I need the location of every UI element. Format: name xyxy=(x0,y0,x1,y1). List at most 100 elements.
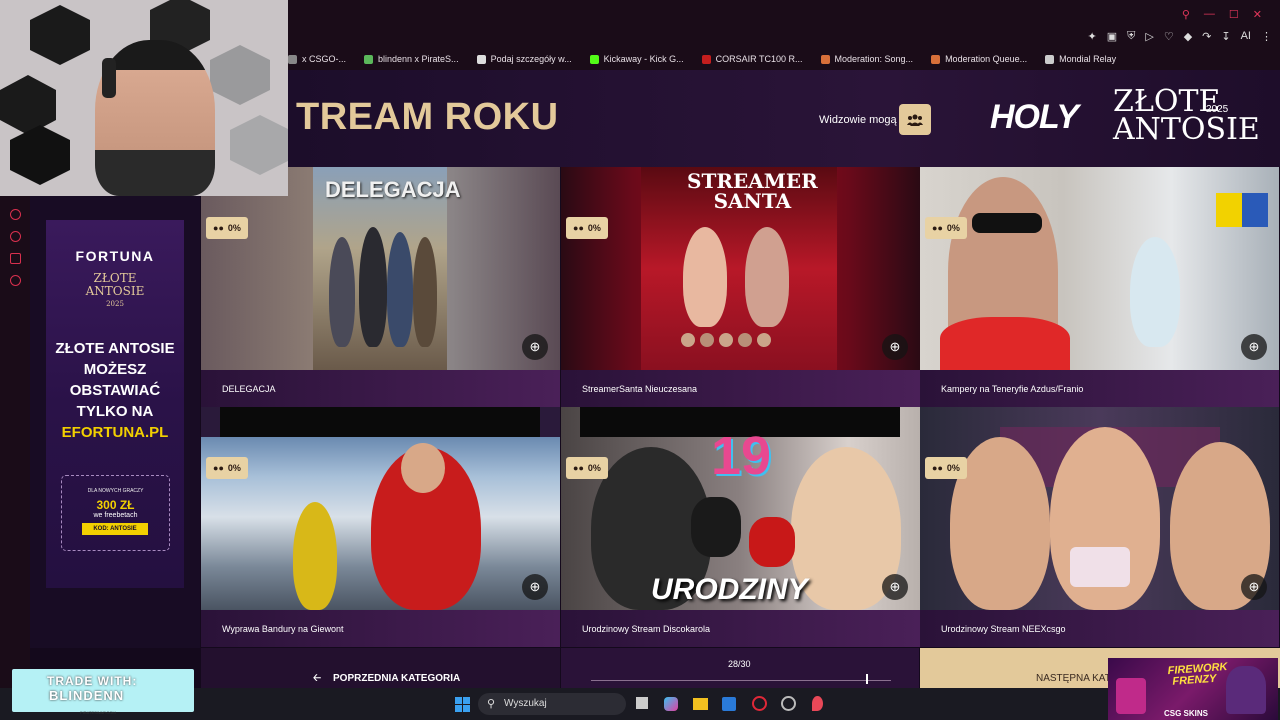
nominee-card-kampery[interactable]: ●● 0% ⊕ Kampery na Teneryfie Azdus/Franio xyxy=(920,167,1279,407)
vote-percent: 0% xyxy=(587,463,601,473)
users-icon: ●● xyxy=(932,223,943,233)
ad-slogan-line: MOŻESZ xyxy=(83,361,147,378)
card-thumbnail: STREAMER SANTA xyxy=(561,167,920,370)
thumbnail-title: STREAMER SANTA xyxy=(687,171,818,211)
red-shirt xyxy=(940,317,1070,370)
card-title: StreamerSanta Nieuczesana xyxy=(582,384,698,394)
ad-promo-code: KOD: ANTOSIE xyxy=(82,523,148,535)
vote-percent: 0% xyxy=(227,463,241,473)
person-figure xyxy=(359,227,387,347)
logo-year: 2025 xyxy=(1206,104,1229,115)
thumbnail-number: 19 xyxy=(711,426,772,486)
bookmark-favicon-icon xyxy=(931,54,941,64)
sunglasses xyxy=(972,213,1042,233)
ai-button[interactable]: AI xyxy=(1241,30,1251,43)
taskbar-search-label: Wyszukaj xyxy=(504,698,547,709)
previous-category-label[interactable]: 🡠 POPRZEDNIA KATEGORIA xyxy=(313,673,460,684)
person-figure xyxy=(329,237,355,347)
zoom-button[interactable]: ⊕ xyxy=(1241,334,1267,360)
zoom-icon: ⊕ xyxy=(1248,339,1260,354)
file-explorer-icon[interactable] xyxy=(693,698,708,710)
viewers-button[interactable] xyxy=(899,104,931,135)
bookmark-label: Moderation: Song... xyxy=(834,54,914,64)
bookmark-item[interactable]: blindenn x PirateS... xyxy=(364,54,459,64)
heart-icon[interactable]: ♡ xyxy=(1164,30,1174,43)
zoom-button[interactable]: ⊕ xyxy=(522,574,548,600)
pager-indicator[interactable] xyxy=(866,674,868,684)
ad-domain: EFORTUNA.PL xyxy=(61,424,169,441)
bookmark-item[interactable]: Moderation Queue... xyxy=(931,54,1027,64)
browser-toolbar: ✦ ▣ ⛨ ▷ ♡ ◆ ↷ ↧ AI ⋮ xyxy=(1087,30,1272,43)
search-icon[interactable]: ⚲ xyxy=(1182,8,1190,21)
trade-url: PIRATESWAP.COM xyxy=(80,710,116,715)
bookmark-item[interactable]: Kickaway - Kick G... xyxy=(589,54,684,64)
card-thumbnail: DELEGACJA xyxy=(201,167,560,370)
share-icon[interactable]: ↷ xyxy=(1202,30,1211,43)
bookmark-label: Podaj szczegóły w... xyxy=(490,54,572,64)
arrow-left-icon: 🡠 xyxy=(313,673,322,684)
task-view-icon[interactable] xyxy=(636,697,648,709)
zoom-button[interactable]: ⊕ xyxy=(1241,574,1267,600)
zoom-icon: ⊕ xyxy=(889,339,901,354)
sidebar-record-icon[interactable] xyxy=(10,209,21,220)
ad-slogan-line: ZŁOTE ANTOSIE xyxy=(55,340,175,357)
play-icon[interactable]: ▷ xyxy=(1145,30,1153,43)
card-title: Kampery na Teneryfie Azdus/Franio xyxy=(941,384,1084,394)
zoom-icon: ⊕ xyxy=(889,579,901,594)
bookmark-favicon-icon xyxy=(288,54,297,64)
sidebar-settings-icon[interactable] xyxy=(10,275,21,286)
store-icon[interactable] xyxy=(722,697,736,711)
download-icon[interactable]: ↧ xyxy=(1221,30,1230,43)
bookmark-item[interactable]: Mondial Relay xyxy=(1045,54,1116,64)
users-icon: ●● xyxy=(213,223,224,233)
zoom-button[interactable]: ⊕ xyxy=(882,334,908,360)
bookmark-item[interactable]: Moderation: Song... xyxy=(820,54,914,64)
bookmark-item[interactable]: x CSGO-... xyxy=(288,54,346,64)
page-count: 28/30 xyxy=(728,659,751,669)
face xyxy=(401,443,445,493)
ad-bonus-box: DLA NOWYCH GRACZY 300 ZŁ we freebetach K… xyxy=(61,475,170,551)
ad-slogan: ZŁOTE ANTOSIE MOŻESZ OBSTAWIAĆ TYLKO NA … xyxy=(46,338,184,443)
nominee-card-discokarol[interactable]: 19 URODZINY ●● 0% ⊕ Urodzinowy Stream Dis… xyxy=(561,407,920,647)
shield-icon[interactable]: ⛨ xyxy=(1127,30,1135,43)
pin-icon[interactable]: ✦ xyxy=(1087,30,1096,43)
close-icon[interactable]: ✕ xyxy=(1253,8,1262,21)
menu-icon[interactable]: ⋮ xyxy=(1261,30,1272,43)
window-controls: ⚲ — ☐ ✕ xyxy=(1182,8,1262,21)
extensions-icon[interactable]: ◆ xyxy=(1184,30,1192,43)
taskbar-search[interactable] xyxy=(478,693,626,715)
next-category-label[interactable]: NASTĘPNA KAT xyxy=(1036,673,1111,684)
vote-percent-badge: ●● 0% xyxy=(925,457,967,479)
app-pin-icon[interactable] xyxy=(812,696,823,711)
zoom-button[interactable]: ⊕ xyxy=(522,334,548,360)
zoom-button[interactable]: ⊕ xyxy=(882,574,908,600)
fortuna-ad-banner[interactable]: FORTUNA ZŁOTE ANTOSIE 2025 ZŁOTE ANTOSIE… xyxy=(46,220,184,588)
flag xyxy=(1216,193,1268,227)
bookmark-label: blindenn x PirateS... xyxy=(378,54,459,64)
bookmark-item[interactable]: CORSAIR TC100 R... xyxy=(701,54,803,64)
nominee-card-delegacja[interactable]: DELEGACJA ●● 0% ⊕ DELEGACJA xyxy=(201,167,560,407)
opera-gx-icon[interactable] xyxy=(752,696,767,711)
thumbnail-caption: URODZINY xyxy=(651,573,808,606)
webcam-overlay xyxy=(0,0,288,196)
users-icon: ●● xyxy=(573,223,584,233)
minimize-icon[interactable]: — xyxy=(1204,8,1215,21)
thumbnail-letterbox xyxy=(220,407,540,437)
nominee-card-giewont[interactable]: ●● 0% ⊕ Wyprawa Bandury na Giewont xyxy=(201,407,560,647)
vote-percent: 0% xyxy=(946,463,960,473)
app-icon[interactable] xyxy=(781,696,796,711)
nominee-card-streamersanta[interactable]: STREAMER SANTA ●● 0% ⊕ StreamerSanta Nieu… xyxy=(561,167,920,407)
maximize-icon[interactable]: ☐ xyxy=(1229,8,1239,21)
card-thumbnail xyxy=(201,407,560,610)
screenshot-icon[interactable]: ▣ xyxy=(1107,30,1117,43)
copilot-icon[interactable] xyxy=(664,697,678,711)
nominee-card-neexcsgo[interactable]: ●● 0% ⊕ Urodzinowy Stream NEEXcsgo xyxy=(920,407,1279,647)
sidebar-history-icon[interactable] xyxy=(10,231,21,242)
ad-brand: FORTUNA xyxy=(75,248,155,264)
bookmark-item[interactable]: Podaj szczegóły w... xyxy=(476,54,572,64)
card-caption: Urodzinowy Stream Discokarola xyxy=(561,610,920,647)
windows-start-icon[interactable] xyxy=(455,697,470,712)
boxing-glove xyxy=(691,497,741,557)
sidebar-home-icon[interactable] xyxy=(10,253,21,264)
users-icon: ●● xyxy=(932,463,943,473)
